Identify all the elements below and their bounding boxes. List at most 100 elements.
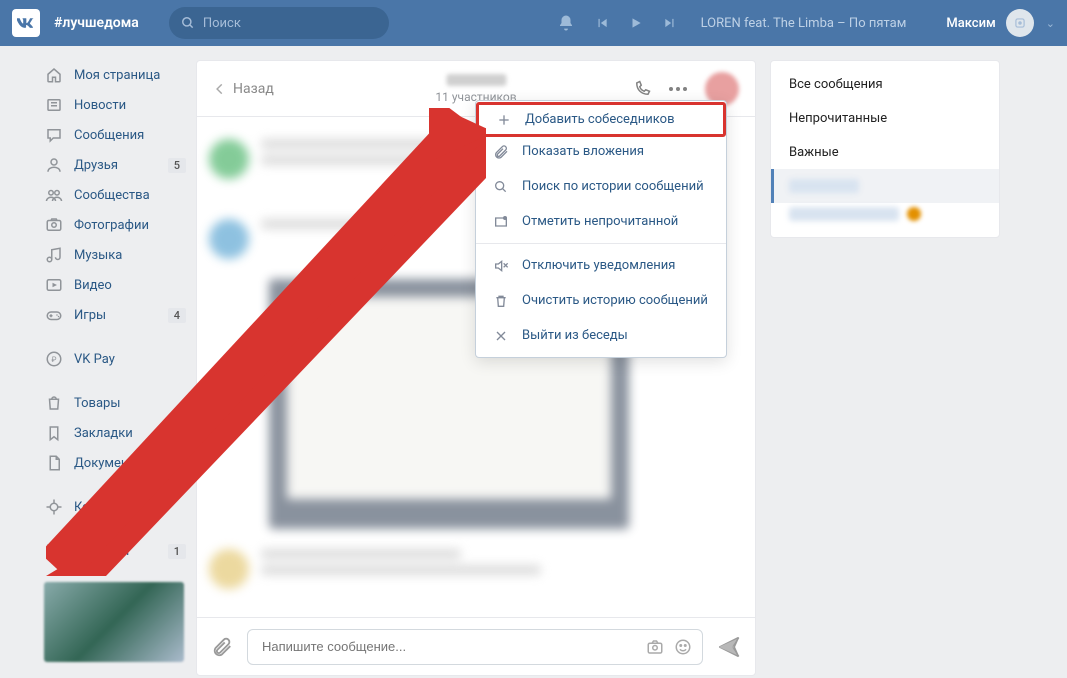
- hashtag[interactable]: #лучшедома: [54, 15, 139, 31]
- nav-bookmark[interactable]: Закладки: [44, 418, 186, 448]
- nav-messages[interactable]: Сообщения: [44, 120, 186, 150]
- plus-icon: [493, 112, 515, 128]
- nav-friends[interactable]: Друзья 5: [44, 150, 186, 180]
- dd-label: Очистить историю сообщений: [522, 293, 708, 308]
- nav-wish[interactable]: Желания 1: [44, 536, 186, 566]
- camera-icon[interactable]: [646, 638, 664, 656]
- nav-label: Сообщения: [74, 128, 144, 143]
- friends-icon: [44, 155, 64, 175]
- dd-exit[interactable]: Выйти из беседы: [476, 318, 726, 353]
- music-icon: [44, 245, 64, 265]
- composer: [197, 617, 755, 675]
- pay-icon: ₽: [44, 349, 64, 369]
- shop-icon: [44, 393, 64, 413]
- docs-icon: [44, 453, 64, 473]
- attach-icon: [490, 144, 512, 160]
- dd-plus[interactable]: Добавить собеседников: [476, 102, 726, 137]
- dd-trash[interactable]: Очистить историю сообщений: [476, 283, 726, 318]
- compose-field[interactable]: [262, 630, 662, 664]
- nav-label: Музыка: [74, 248, 122, 263]
- attach-button[interactable]: [211, 636, 233, 658]
- dd-label: Выйти из беседы: [522, 328, 628, 343]
- nav-label: Новости: [74, 98, 126, 113]
- nav-shop[interactable]: Товары: [44, 388, 186, 418]
- vk-logo[interactable]: [12, 9, 40, 37]
- user-menu[interactable]: Максим ⌄: [946, 9, 1055, 37]
- nav-docs[interactable]: Документы: [44, 448, 186, 478]
- sidebar-mini-photo[interactable]: [44, 582, 184, 662]
- back-label: Назад: [233, 81, 274, 97]
- right-column: Все сообщения Непрочитанные Важные: [770, 60, 1000, 678]
- nav-video[interactable]: Видео: [44, 270, 186, 300]
- dd-attach[interactable]: Показать вложения: [476, 134, 726, 169]
- filter-unread[interactable]: Непрочитанные: [771, 101, 999, 135]
- nav-games[interactable]: Игры 4: [44, 300, 186, 330]
- prev-track-icon[interactable]: [595, 16, 609, 30]
- compose-input[interactable]: [247, 629, 703, 665]
- nav-home[interactable]: Моя страница: [44, 60, 186, 90]
- video-icon: [44, 275, 64, 295]
- back-button[interactable]: Назад: [213, 81, 274, 97]
- exit-icon: [490, 328, 512, 344]
- dd-unread[interactable]: Отметить непрочитанной: [476, 204, 726, 239]
- nav-label: Закладки: [74, 426, 133, 441]
- svg-text:₽: ₽: [52, 355, 57, 364]
- search-icon: [490, 179, 512, 195]
- unread-icon: [490, 214, 512, 230]
- filter-active[interactable]: [771, 169, 999, 203]
- nav-label: Игры: [74, 308, 106, 323]
- dd-label: Показать вложения: [522, 144, 644, 159]
- nav-label: Коронавирус: [74, 500, 154, 515]
- nav-label: Фотографии: [74, 218, 149, 233]
- dd-label: Добавить собеседников: [525, 112, 675, 127]
- wish-icon: [44, 541, 64, 561]
- search-icon: [181, 16, 195, 30]
- groups-icon: [44, 185, 64, 205]
- filter-all[interactable]: Все сообщения: [771, 67, 999, 101]
- messages-icon: [44, 125, 64, 145]
- nav-badge: 5: [168, 158, 186, 173]
- nav-groups[interactable]: Сообщества: [44, 180, 186, 210]
- news-icon: [44, 95, 64, 115]
- play-icon[interactable]: [629, 16, 643, 30]
- chevron-down-icon: ⌄: [1046, 17, 1055, 30]
- chat-actions-dropdown: Добавить собеседников Показать вложения …: [475, 100, 727, 358]
- nav-pay[interactable]: ₽ VK Pay: [44, 344, 186, 374]
- nav-badge: 1: [168, 544, 186, 559]
- now-playing[interactable]: LOREN feat. The Limba – По пятам: [701, 16, 907, 31]
- trash-icon: [490, 293, 512, 309]
- nav-label: Видео: [74, 278, 112, 293]
- call-icon[interactable]: [633, 80, 651, 98]
- home-icon: [44, 65, 64, 85]
- nav-news[interactable]: Новости: [44, 90, 186, 120]
- games-icon: [44, 305, 64, 325]
- nav-label: Товары: [74, 396, 120, 411]
- dd-label: Отключить уведомления: [522, 258, 675, 273]
- nav-label: Моя страница: [74, 68, 160, 83]
- next-track-icon[interactable]: [663, 16, 677, 30]
- chevron-left-icon: [213, 82, 227, 96]
- bookmark-icon: [44, 423, 64, 443]
- dd-label: Отметить непрочитанной: [522, 214, 678, 229]
- dd-label: Поиск по истории сообщений: [522, 179, 704, 194]
- nav-label: Желания: [74, 544, 129, 559]
- header: #лучшедома Поиск LOREN feat. The Limba –…: [0, 0, 1067, 46]
- nav-label: Друзья: [74, 158, 118, 173]
- nav-photos[interactable]: Фотографии: [44, 210, 186, 240]
- send-button[interactable]: [717, 635, 741, 659]
- nav-music[interactable]: Музыка: [44, 240, 186, 270]
- dd-mute[interactable]: Отключить уведомления: [476, 248, 726, 283]
- nav-label: Документы: [74, 456, 145, 471]
- chat-title: [446, 74, 506, 86]
- more-icon[interactable]: [669, 87, 687, 91]
- dd-search[interactable]: Поиск по истории сообщений: [476, 169, 726, 204]
- emoji-icon[interactable]: [674, 638, 692, 656]
- notifications-icon[interactable]: [557, 14, 575, 32]
- filter-important[interactable]: Важные: [771, 135, 999, 169]
- search-input[interactable]: Поиск: [169, 7, 389, 39]
- nav-covid[interactable]: Коронавирус: [44, 492, 186, 522]
- mute-icon: [490, 258, 512, 274]
- photos-icon: [44, 215, 64, 235]
- filters-panel: Все сообщения Непрочитанные Важные: [770, 60, 1000, 238]
- search-placeholder: Поиск: [203, 16, 241, 31]
